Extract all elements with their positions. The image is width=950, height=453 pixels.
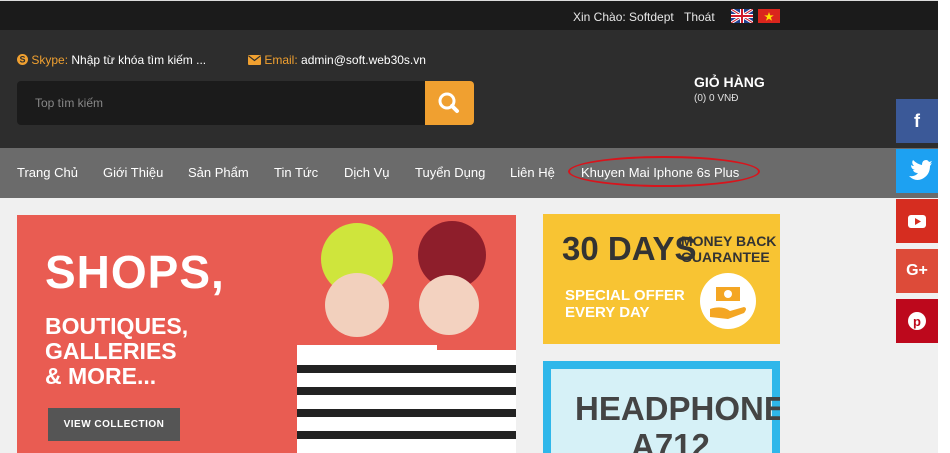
logout-link[interactable]: Thoát <box>684 10 715 24</box>
ad-special-offer: SPECIAL OFFER EVERY DAY <box>565 287 685 321</box>
ad-money-back-line-2: GUARANTEE <box>681 249 770 265</box>
svg-text:p: p <box>913 314 921 329</box>
nav-item-gioi-thieu[interactable]: Giới Thiệu <box>103 165 163 180</box>
ad-money-back-line-1: MONEY BACK <box>681 233 777 249</box>
skype-icon: S <box>17 54 28 65</box>
nav-item-dich-vu[interactable]: Dịch Vụ <box>344 165 390 180</box>
search-button[interactable] <box>425 81 474 125</box>
welcome-text: Xin Chào: Softdept <box>573 10 674 24</box>
main-nav: Trang Chủ Giới Thiệu Sản Phẩm Tin Tức Dị… <box>0 148 938 198</box>
banner-line-1: BOUTIQUES, <box>45 313 189 339</box>
email-label: Email: <box>264 53 298 67</box>
pinterest-button[interactable]: p <box>896 299 938 343</box>
facebook-button[interactable]: f <box>896 99 938 143</box>
skype-value: Nhập từ khóa tìm kiếm ... <box>71 53 207 67</box>
email-value: admin@soft.web30s.vn <box>301 53 426 67</box>
googleplus-button[interactable]: G+ <box>896 249 938 293</box>
ad-offer-line-1: SPECIAL OFFER <box>565 287 685 304</box>
nav-item-tuyen-dung[interactable]: Tuyển Dụng <box>415 165 485 180</box>
skype-label: Skype: <box>31 53 69 67</box>
money-back-ad[interactable]: 30 DAYS MONEY BACK GUARANTEE SPECIAL OFF… <box>543 214 780 344</box>
headphone-line-2: A712 <box>631 427 710 453</box>
highlight-ellipse <box>568 156 760 187</box>
ad-money-back: MONEY BACK GUARANTEE <box>681 233 776 265</box>
skype-contact: S Skype: Nhập từ khóa tìm kiếm ... <box>17 53 206 67</box>
envelope-icon <box>248 55 261 65</box>
money-hand-icon <box>700 273 756 329</box>
banner-line-3: & MORE... <box>45 363 157 389</box>
top-bar: Xin Chào: Softdept Thoát <box>0 0 950 30</box>
search-input[interactable] <box>17 81 425 125</box>
nav-item-san-pham[interactable]: Sản Phẩm <box>188 165 249 180</box>
search-icon <box>438 92 459 113</box>
nav-item-tin-tuc[interactable]: Tin Tức <box>274 165 318 180</box>
english-flag-icon[interactable] <box>731 9 753 23</box>
youtube-icon <box>908 215 926 228</box>
banner-headline: SHOPS, <box>45 246 225 298</box>
header: S Skype: Nhập từ khóa tìm kiếm ... Email… <box>0 30 938 148</box>
hero-banner[interactable]: SHOPS, BOUTIQUES, GALLERIES & MORE... VI… <box>17 215 516 453</box>
nav-item-lien-he[interactable]: Liên Hệ <box>510 165 555 180</box>
nav-item-trang-chu[interactable]: Trang Chủ <box>17 165 78 180</box>
youtube-button[interactable] <box>896 199 938 243</box>
page-edge <box>938 0 950 453</box>
email-contact: Email: admin@soft.web30s.vn <box>248 53 426 67</box>
vietnam-flag-icon[interactable] <box>758 9 780 23</box>
banner-line-2: GALLERIES <box>45 338 177 364</box>
googleplus-icon: G+ <box>906 262 928 279</box>
view-collection-button[interactable]: VIEW COLLECTION <box>48 408 180 441</box>
cart-title[interactable]: GIỎ HÀNG <box>694 74 765 90</box>
twitter-icon <box>909 160 932 180</box>
twitter-button[interactable] <box>896 149 938 193</box>
svg-text:S: S <box>19 55 25 65</box>
pinterest-icon: p <box>908 312 926 330</box>
headphone-ad[interactable]: HEADPHONE A712 <box>543 361 780 453</box>
ad-offer-line-2: EVERY DAY <box>565 304 650 321</box>
ad-days: 30 DAYS <box>562 230 697 267</box>
cart-summary: (0) 0 VNĐ <box>694 93 739 104</box>
headphone-line-1: HEADPHONE <box>575 390 780 427</box>
facebook-icon: f <box>914 111 920 131</box>
